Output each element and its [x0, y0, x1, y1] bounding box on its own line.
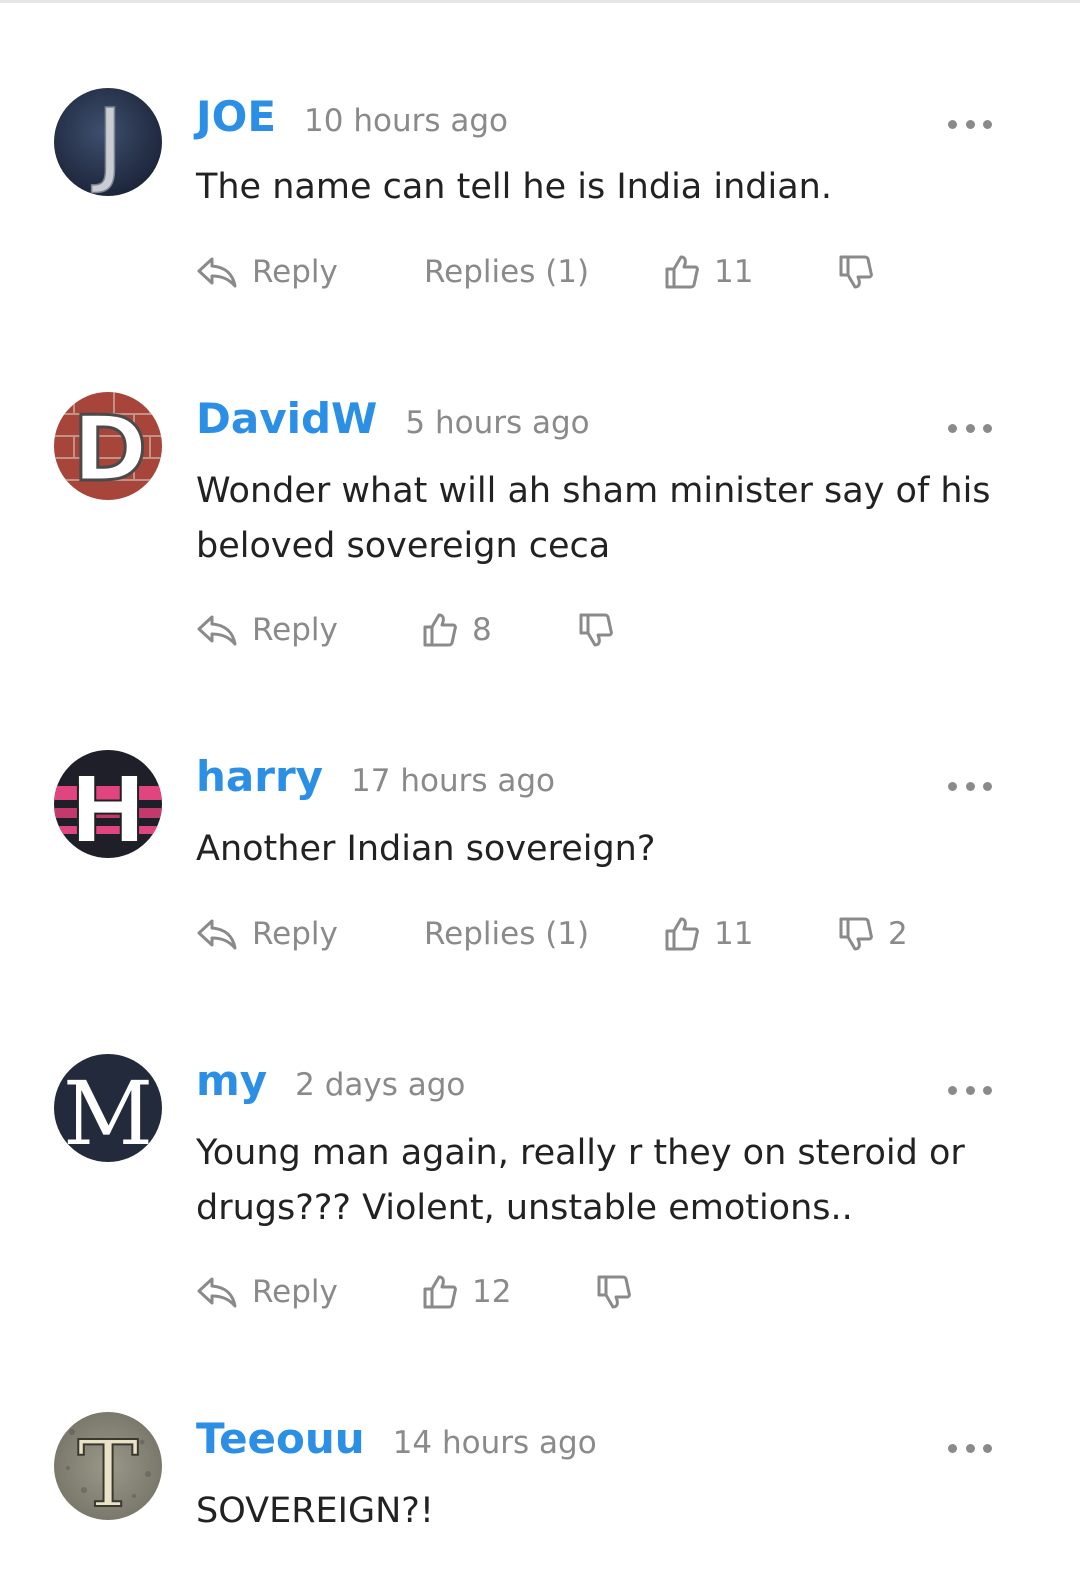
timestamp: 17 hours ago — [351, 763, 555, 799]
like-button[interactable]: 8 — [422, 608, 492, 652]
thumbs-down-icon — [597, 1275, 631, 1309]
comment-header: Teeouu 14 hours ago — [196, 1414, 597, 1474]
reply-button[interactable]: Reply — [196, 1270, 338, 1314]
reply-button[interactable]: Reply — [196, 608, 338, 652]
like-button[interactable]: 11 — [664, 250, 753, 294]
username[interactable]: JOE — [196, 92, 276, 141]
thumbs-up-icon — [423, 613, 457, 647]
timestamp: 2 days ago — [295, 1067, 466, 1103]
comment-header: JOE 10 hours ago — [196, 92, 508, 152]
like-count: 8 — [472, 612, 492, 648]
comment-text: Wonder what will ah sham minister say of… — [196, 471, 991, 566]
replies-label: Replies (1) — [424, 254, 590, 290]
avatar-letter: H — [70, 757, 147, 858]
more-dots-icon[interactable] — [948, 780, 992, 792]
dislike-button[interactable] — [578, 608, 628, 652]
replies-button[interactable]: Replies (1) — [424, 250, 589, 294]
avatar[interactable]: T — [54, 1412, 162, 1520]
dislike-button[interactable]: 2 — [838, 912, 908, 956]
more-dots-icon[interactable] — [948, 1442, 992, 1454]
comment-actions: Reply Replies (1) 11 2 — [196, 912, 1036, 956]
comment-actions: Reply Replies (1) 11 — [196, 250, 1036, 294]
reply-label: Reply — [252, 916, 338, 952]
reply-arrow-icon — [197, 1277, 237, 1308]
avatar[interactable]: H — [54, 750, 162, 858]
like-button[interactable]: 12 — [422, 1270, 511, 1314]
avatar-letter: D — [73, 397, 148, 500]
more-dots-icon[interactable] — [948, 422, 992, 434]
like-count: 12 — [472, 1274, 512, 1310]
reply-arrow-icon — [197, 615, 237, 646]
username[interactable]: Teeouu — [196, 1414, 365, 1463]
avatar-letter: J — [91, 89, 123, 196]
replies-button[interactable]: Replies (1) — [424, 912, 589, 956]
dislike-button[interactable] — [596, 1270, 646, 1314]
dislike-button[interactable] — [838, 250, 888, 294]
comment-header: my 2 days ago — [196, 1056, 465, 1116]
top-divider — [0, 0, 1080, 3]
comment-text: Another Indian sovereign? — [196, 829, 656, 869]
like-button[interactable]: 11 — [664, 912, 753, 956]
thumbs-down-icon — [579, 613, 613, 647]
more-dots-icon[interactable] — [948, 118, 992, 130]
username[interactable]: harry — [196, 752, 323, 801]
more-dots-icon[interactable] — [948, 1084, 992, 1096]
replies-label: Replies (1) — [424, 916, 590, 952]
thumbs-down-icon — [839, 255, 873, 289]
thumbs-up-icon — [423, 1275, 457, 1309]
avatar-letter: M — [63, 1062, 153, 1162]
dislike-count: 2 — [888, 916, 908, 952]
reply-label: Reply — [252, 612, 338, 648]
timestamp: 10 hours ago — [304, 103, 508, 139]
avatar[interactable]: D — [54, 392, 162, 500]
avatar[interactable]: M — [54, 1054, 162, 1162]
comment-actions: Reply 12 — [196, 1270, 1036, 1314]
like-count: 11 — [714, 254, 754, 290]
reply-arrow-icon — [197, 257, 237, 288]
timestamp: 5 hours ago — [405, 405, 590, 441]
comment-text: SOVEREIGN?! — [196, 1491, 434, 1531]
reply-arrow-icon — [197, 919, 237, 950]
avatar[interactable]: J — [54, 88, 162, 196]
comment-actions: Reply 8 — [196, 608, 1036, 652]
thumbs-up-icon — [665, 917, 699, 951]
username[interactable]: DavidW — [196, 394, 377, 443]
comment-header: harry 17 hours ago — [196, 752, 555, 812]
reply-label: Reply — [252, 1274, 338, 1310]
thumbs-down-icon — [839, 917, 873, 951]
username[interactable]: my — [196, 1056, 267, 1105]
comment-text: Young man again, really r they on steroi… — [196, 1133, 965, 1228]
thumbs-up-icon — [665, 255, 699, 289]
comment-text: The name can tell he is India indian. — [196, 167, 832, 207]
reply-button[interactable]: Reply — [196, 250, 338, 294]
reply-label: Reply — [252, 254, 338, 290]
reply-button[interactable]: Reply — [196, 912, 338, 956]
timestamp: 14 hours ago — [392, 1425, 597, 1461]
like-count: 11 — [714, 916, 754, 952]
comment-header: DavidW 5 hours ago — [196, 394, 590, 454]
avatar-letter: T — [77, 1421, 138, 1520]
